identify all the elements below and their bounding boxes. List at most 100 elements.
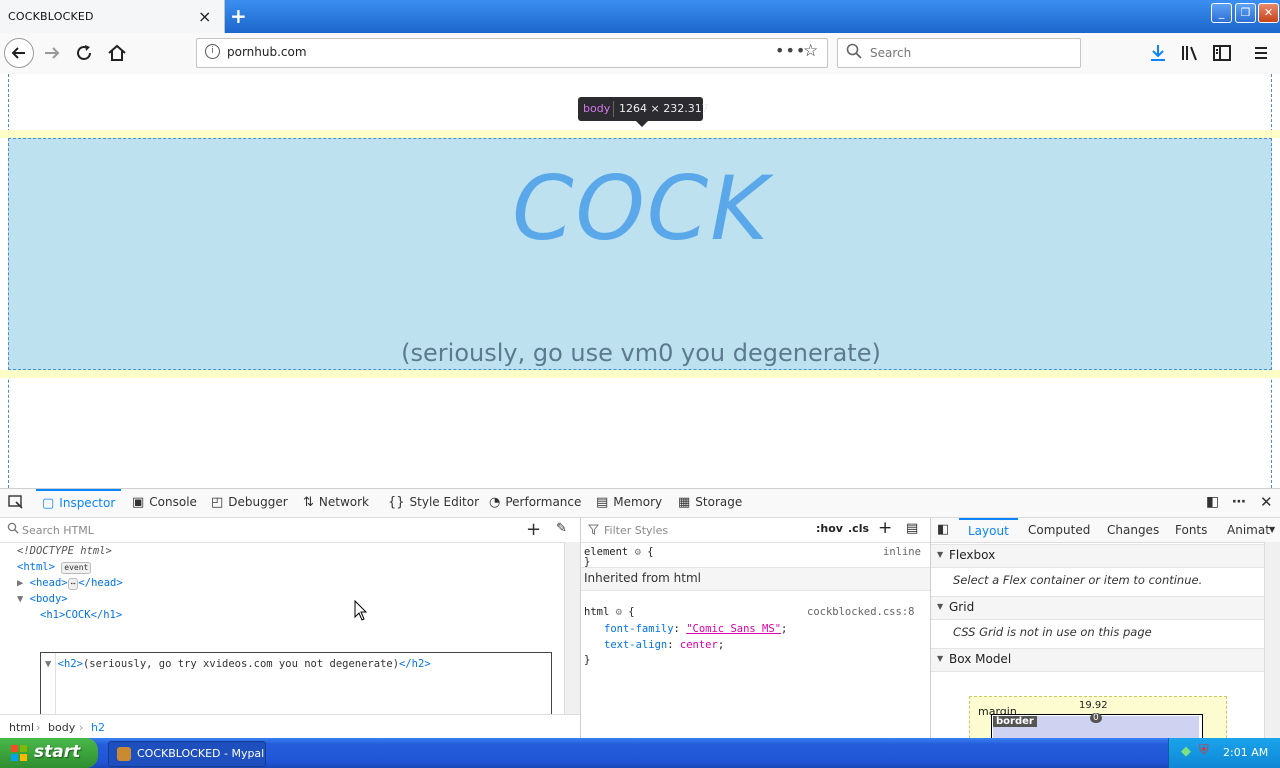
border-top-value[interactable]: 0 (1090, 713, 1102, 723)
html-rule-source[interactable]: cockblocked.css:8 (807, 606, 914, 618)
tab-network[interactable]: ⇅ Network (303, 489, 369, 516)
back-button[interactable] (4, 38, 34, 68)
url-bar[interactable]: i pornhub.com ••• ☆ (196, 38, 828, 68)
event-badge[interactable]: event (61, 562, 92, 574)
hover-state-toggle[interactable]: :hov (816, 522, 843, 535)
markup-search-icon (7, 522, 19, 534)
flexbox-section-header[interactable]: ▼ Flexbox (931, 544, 1264, 568)
gear-icon[interactable]: ⚙ (635, 546, 641, 558)
minimize-button[interactable]: _ (1211, 3, 1232, 23)
more-options-icon[interactable]: ⋯ (1232, 489, 1246, 516)
tab-changes[interactable]: Changes (1107, 518, 1159, 542)
tab-fonts[interactable]: Fonts (1175, 518, 1207, 542)
start-button[interactable]: start (0, 738, 98, 768)
home-button[interactable] (105, 42, 129, 69)
element-picker-icon (8, 494, 23, 509)
margin-top-value[interactable]: 19.92 (1079, 700, 1108, 711)
menu-button[interactable] (1249, 42, 1273, 69)
maximize-button[interactable]: ❐ (1235, 3, 1256, 23)
html-node[interactable]: <html> event (17, 561, 92, 574)
breadcrumb-html[interactable]: html (9, 721, 34, 734)
windows-logo-icon (11, 745, 27, 761)
layout-scrollbar[interactable] (1264, 542, 1280, 739)
sidebar-button[interactable] (1210, 42, 1234, 69)
h2-close-tag: </h2> (399, 658, 431, 670)
tab-memory[interactable]: ▤ Memory (596, 489, 662, 516)
element-picker-button[interactable] (8, 489, 24, 516)
site-info-icon[interactable]: i (205, 44, 220, 59)
reload-button[interactable] (73, 42, 97, 69)
value-text-align[interactable]: center (680, 639, 718, 651)
tab-debugger[interactable]: ◰ Debugger (211, 489, 288, 516)
print-media-icon[interactable]: ▤ (906, 521, 918, 536)
h1-node[interactable]: <h1>COCK</h1> (40, 609, 122, 621)
tab-style-editor[interactable]: {} Style Editor (388, 489, 479, 516)
head-expander-icon[interactable]: ▶ (17, 577, 23, 589)
text-align-declaration[interactable]: text-align: center; (604, 639, 724, 651)
head-node[interactable]: ▶ <head> ⋯ </head> (17, 577, 123, 590)
downloads-button[interactable] (1146, 42, 1170, 69)
flexbox-chevron-down-icon: ▼ (937, 550, 944, 559)
close-devtools-icon[interactable]: ✕ (1260, 489, 1273, 516)
new-tab-icon[interactable]: + (230, 4, 247, 28)
head-collapsed-badge[interactable]: ⋯ (67, 578, 79, 590)
tab-close-icon[interactable]: × (198, 7, 211, 26)
network-tray-icon[interactable]: ◆ (1181, 744, 1191, 759)
filter-styles-input[interactable] (602, 521, 786, 539)
grid-section-header[interactable]: ▼ Grid (931, 596, 1264, 620)
tab-console[interactable]: ▣ Console (132, 489, 197, 516)
add-node-icon[interactable]: + (526, 519, 541, 540)
dock-toggle-icon[interactable]: ◧ (1206, 489, 1219, 516)
h2-expander-icon[interactable]: ▼ (45, 658, 51, 670)
class-toggle[interactable]: .cls (848, 522, 869, 535)
tab-animations[interactable]: Animat (1227, 518, 1270, 542)
html-rule-open: { (628, 606, 635, 618)
html-rule[interactable]: html ⚙ { (584, 606, 635, 618)
mouse-cursor-icon (354, 600, 368, 621)
page-actions-icon[interactable]: ••• (775, 41, 806, 60)
window-close-button[interactable]: ✕ (1258, 3, 1279, 23)
search-bar[interactable] (837, 38, 1081, 68)
font-family-declaration[interactable]: font-family: "Comic Sans MS"; (604, 623, 787, 635)
url-text[interactable]: pornhub.com (227, 45, 307, 59)
element-source[interactable]: inline (883, 546, 921, 558)
eyedropper-icon[interactable]: ✎ (556, 521, 567, 536)
forward-button[interactable] (40, 42, 64, 69)
page-viewport: COCK (seriously, go use vm0 you degenera… (0, 74, 1280, 488)
tab-computed[interactable]: Computed (1028, 518, 1090, 542)
box-model-section-header[interactable]: ▼ Box Model (931, 648, 1264, 672)
body-highlight: COCK (seriously, go use vm0 you degenera… (8, 138, 1272, 370)
h2-open-tag: <h2> (57, 658, 83, 670)
breadcrumb-body[interactable]: body (48, 721, 75, 734)
library-button[interactable] (1178, 42, 1202, 69)
taskbar-window-button[interactable]: COCKBLOCKED - Mypal (108, 741, 266, 767)
sidebar-toggle-icon[interactable]: ◧ (937, 518, 949, 542)
tab-performance[interactable]: ◔ Performance (489, 489, 581, 516)
add-rule-icon[interactable]: + (878, 518, 892, 538)
bookmark-star-icon[interactable]: ☆ (803, 41, 818, 61)
body-node[interactable]: ▼ <body> (17, 593, 68, 605)
tab-inspector[interactable]: ▢ Inspector (36, 489, 122, 516)
value-font-family[interactable]: "Comic Sans MS" (686, 623, 781, 635)
tab-storage[interactable]: ▦ Storage (678, 489, 742, 516)
security-shield-icon[interactable]: ⛨ (1199, 743, 1209, 758)
clock[interactable]: 2:01 AM (1223, 746, 1268, 759)
tab-console-label: Console (149, 495, 197, 509)
element-rule-open: { (647, 546, 654, 558)
gear-icon[interactable]: ⚙ (616, 606, 622, 618)
breadcrumb-h2[interactable]: h2 (91, 721, 105, 734)
tab-performance-label: Performance (505, 495, 582, 509)
element-rule[interactable]: element ⚙ { (584, 546, 654, 558)
body-expander-icon[interactable]: ▼ (17, 593, 23, 605)
tab-layout[interactable]: Layout (959, 518, 1018, 542)
browser-tab[interactable]: COCKBLOCKED × (0, 0, 225, 33)
highlight-margin-bottom (0, 370, 1280, 378)
search-html-input[interactable] (20, 521, 504, 539)
breadcrumb-separator: › (36, 721, 41, 734)
layout-panel: ◧ Layout Computed Changes Fonts Animat ▼… (931, 518, 1280, 756)
h2-node[interactable]: ▼ <h2>(seriously, go try xvideos.com you… (45, 658, 431, 670)
search-input[interactable] (868, 43, 1072, 63)
markup-scrollbar[interactable] (564, 542, 580, 714)
tabs-overflow-icon[interactable]: ▼ (1269, 518, 1275, 542)
doctype-node[interactable]: <!DOCTYPE html> (17, 545, 112, 557)
